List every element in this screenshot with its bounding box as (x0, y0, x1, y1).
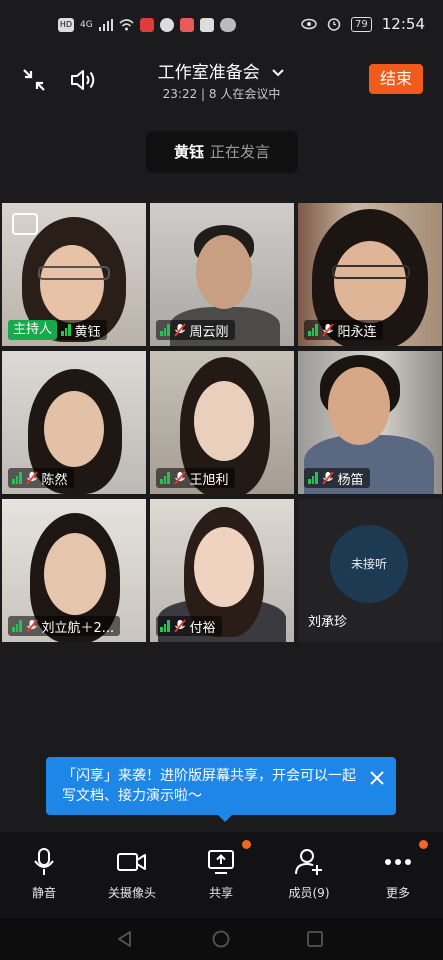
home-icon[interactable] (212, 930, 230, 948)
share-label: 共享 (208, 886, 233, 900)
status-right: 79 12:54 (301, 15, 425, 33)
more-dots-icon (385, 859, 411, 865)
active-speaker-indicator: 黄钰 正在发言 (146, 131, 298, 173)
app-notification-icon (139, 18, 154, 32)
mic-muted-icon (25, 619, 38, 633)
cloud-icon (219, 18, 236, 32)
app-icon (179, 18, 194, 32)
signal-strength-icon (308, 472, 318, 484)
active-speaker-status: 正在发言 (210, 143, 271, 161)
participant-label: 付裕 (156, 616, 222, 636)
toast-close-button[interactable] (370, 769, 384, 790)
system-nav-bar (0, 918, 443, 960)
signal-strength-icon (160, 472, 170, 484)
app-icon-2 (199, 18, 214, 32)
meeting-header: 工作室准备会 23:22 | 8 人在会议中 结束 (0, 56, 443, 116)
camera-label: 关摄像头 (107, 886, 156, 900)
members-icon (295, 849, 322, 875)
chevron-down-icon (272, 69, 284, 77)
signal-strength-icon (12, 620, 22, 632)
screen-share-icon (208, 850, 234, 874)
participant-label: 刘立航＋2... (8, 616, 121, 636)
participant-name: 杨笛 (337, 472, 364, 488)
toast-pointer (218, 815, 232, 822)
participant-name: 黄钰 (74, 324, 101, 340)
wifi-icon (119, 19, 134, 31)
participant-label: 阳永连 (304, 320, 383, 340)
participant-name: 周云刚 (189, 324, 229, 340)
meeting-title: 工作室准备会 (157, 63, 260, 83)
video-tile[interactable]: 刘立航＋2... (2, 499, 146, 642)
network-badge: 4G (80, 20, 93, 30)
eye-icon (301, 18, 317, 30)
status-left-icons: HD 4G (58, 18, 236, 32)
mic-muted-icon (173, 619, 186, 633)
video-tile[interactable]: 王旭利 (150, 351, 294, 494)
members-button[interactable]: 成员(9) (269, 846, 349, 901)
signal-strength-icon (160, 620, 170, 632)
mic-muted-icon (321, 323, 334, 337)
share-notification-dot (242, 840, 251, 849)
participant-name: 陈然 (41, 472, 68, 488)
video-tile[interactable]: 主持人 黄钰 (2, 203, 146, 346)
video-tile[interactable]: 杨笛 (298, 351, 442, 494)
mute-button[interactable]: 静音 (4, 846, 84, 901)
alarm-icon (327, 18, 341, 31)
more-notification-dot (419, 840, 428, 849)
video-tile[interactable]: 周云刚 (150, 203, 294, 346)
mic-muted-icon (25, 471, 38, 485)
signal-strength-icon (308, 324, 318, 336)
video-tile-not-joined[interactable]: 未接听 刘承珍 (298, 499, 442, 642)
participant-label: 王旭利 (156, 468, 235, 488)
video-tile[interactable]: 付裕 (150, 499, 294, 642)
toast-text: 「闪享」来袭！进阶版屏幕共享，开会可以一起写文档、接力演示啦～ (62, 768, 356, 804)
participant-name: 王旭利 (189, 472, 229, 488)
members-label: 成员(9) (288, 886, 330, 900)
participant-name: 付裕 (189, 620, 216, 636)
more-button[interactable]: 更多 (358, 840, 438, 901)
battery-indicator: 79 (351, 16, 372, 32)
camera-off-button[interactable]: 关摄像头 (92, 846, 172, 901)
signal-strength-icon (160, 324, 170, 336)
participant-label: 杨笛 (304, 468, 370, 488)
signal-strength-icon (12, 472, 22, 484)
back-icon[interactable] (116, 930, 134, 948)
active-speaker-name: 黄钰 (173, 143, 204, 161)
signal-icon (98, 19, 113, 31)
more-label: 更多 (385, 886, 410, 900)
participant-label: 主持人 黄钰 (8, 320, 107, 340)
hd-badge: HD (58, 18, 74, 32)
participant-label: 陈然 (8, 468, 74, 488)
participant-name: 刘承珍 (308, 615, 348, 630)
message-icon (159, 18, 174, 32)
not-answered-avatar: 未接听 (330, 525, 408, 603)
video-tile[interactable]: 阳永连 (298, 203, 442, 346)
share-promo-toast: 「闪享」来袭！进阶版屏幕共享，开会可以一起写文档、接力演示啦～ (46, 757, 396, 822)
share-button[interactable]: 共享 (181, 840, 261, 901)
clock: 12:54 (381, 15, 425, 33)
participant-label: 周云刚 (156, 320, 235, 340)
participant-name: 阳永连 (337, 324, 377, 340)
status-bar: HD 4G 79 12:54 (0, 0, 443, 56)
host-badge: 主持人 (8, 320, 58, 340)
microphone-icon (34, 848, 54, 875)
mute-label: 静音 (31, 886, 56, 900)
video-tile[interactable]: 陈然 (2, 351, 146, 494)
recents-icon[interactable] (306, 930, 324, 948)
mic-muted-icon (173, 471, 186, 485)
end-meeting-button[interactable]: 结束 (369, 64, 423, 94)
meeting-toolbar: 静音 关摄像头 共享 成员(9) 更多 (0, 832, 443, 918)
close-icon (370, 771, 384, 785)
mic-muted-icon (173, 323, 186, 337)
mic-muted-icon (321, 471, 334, 485)
participant-name: 刘立航＋2... (41, 620, 115, 636)
signal-strength-icon (61, 324, 71, 336)
video-camera-icon (117, 853, 146, 871)
switch-camera-icon[interactable] (12, 213, 38, 235)
